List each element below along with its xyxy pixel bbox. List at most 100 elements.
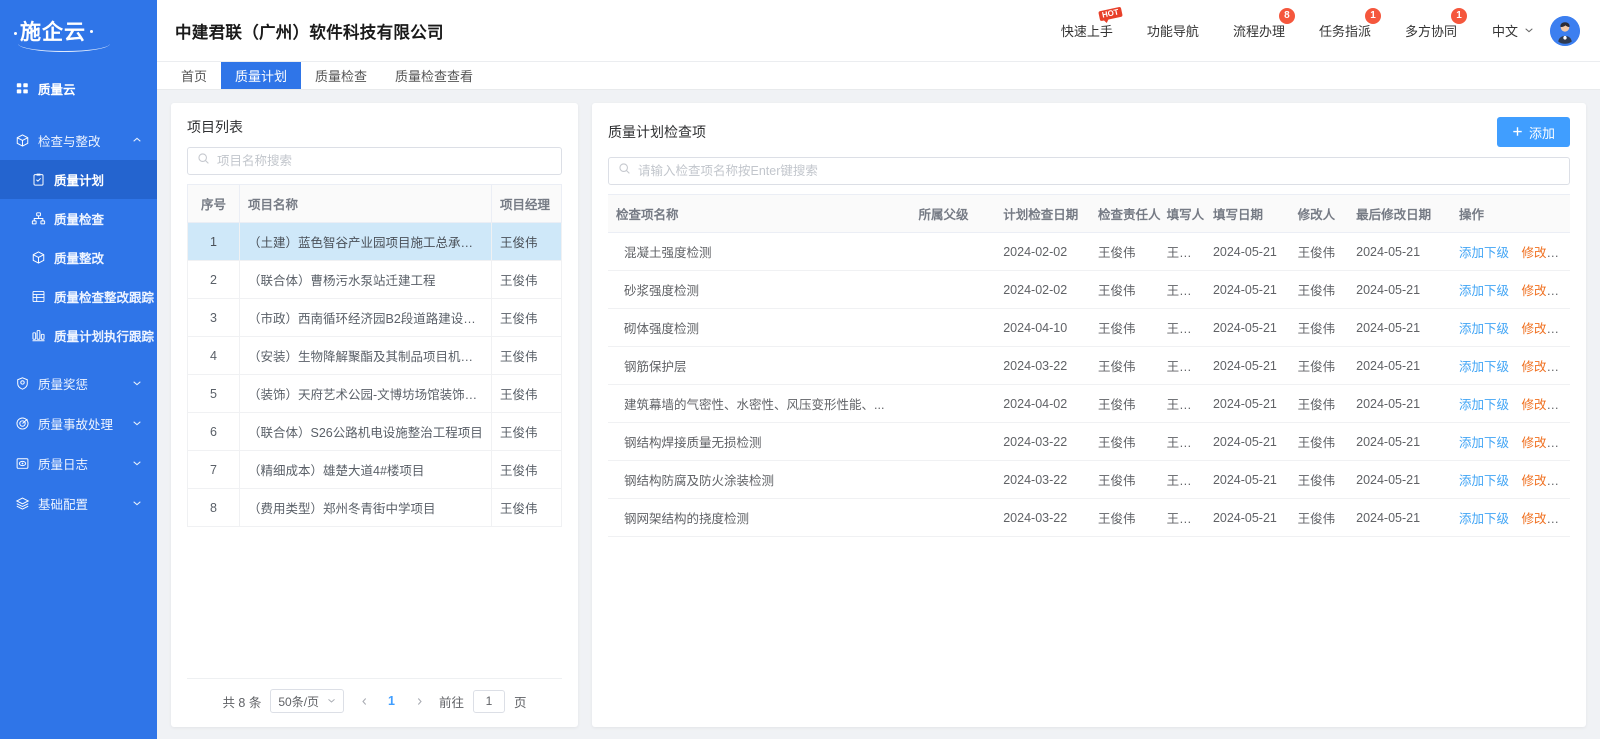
sidebar-group-quality-reward-penalty[interactable]: 质量奖惩 [0,363,157,403]
cell-index: 7 [187,450,240,489]
add-child-link[interactable]: 添加下级 [1459,322,1509,336]
edit-link[interactable]: 修改 [1521,512,1546,526]
cell-owner: 王俊伟 [1090,232,1159,271]
sidebar-group-inspection-rectification[interactable]: 检查与整改 [0,120,157,160]
add-child-link[interactable]: 添加下级 [1459,474,1509,488]
delete-link[interactable]: 删除 [1559,360,1570,374]
chevron-up-icon[interactable] [131,134,143,146]
edit-link[interactable]: 修改 [1521,474,1546,488]
project-search-box[interactable] [187,147,562,175]
table-row[interactable]: 8 （费用类型）郑州冬青街中学项目 王俊伟 [187,488,562,527]
app-logo[interactable]: 施企云 [0,0,157,62]
language-selector[interactable]: 中文 [1474,21,1550,40]
sidebar-item-plan-execution-tracking[interactable]: 质量计划执行跟踪 [0,316,157,355]
sidebar-item-quality-inspection[interactable]: 质量检查 [0,199,157,238]
table-row[interactable]: 4 （安装）生物降解聚酯及其制品项目机电安装工程 王俊伟 [187,336,562,375]
add-child-link[interactable]: 添加下级 [1459,398,1509,412]
sidebar-item-quality-rectification[interactable]: 质量整改 [0,238,157,277]
avatar[interactable] [1550,15,1580,46]
cell-index: 1 [187,222,240,261]
cell-project-name: （市政）西南循环经济园B2段道路建设工程 [239,298,492,337]
check-search-box[interactable] [608,157,1570,185]
header-nav-feature-guide[interactable]: 功能导航 [1130,21,1216,40]
pagination-next-button[interactable] [408,690,430,712]
pagination-jump-suffix: 页 [514,695,527,710]
cell-last-date: 2024-05-21 [1348,346,1451,385]
delete-link[interactable]: 删除 [1559,246,1570,260]
tab-home[interactable]: 首页 [167,62,221,89]
cell-fill-date: 2024-05-21 [1204,232,1290,271]
sidebar-group-quality-log[interactable]: 质量日志 [0,443,157,483]
sidebar-group-label: 检查与整改 [38,134,101,149]
sidebar-group-basic-config[interactable]: 基础配置 [0,483,157,523]
sidebar-group-quality-accident[interactable]: 质量事故处理 [0,403,157,443]
cell-project-manager: 王俊伟 [491,260,562,299]
header-nav-label: 流程办理 [1232,24,1285,39]
tab-quality-inspection[interactable]: 质量检查 [301,62,381,89]
table-row[interactable]: 砂浆强度检测 2024-02-02 王俊伟 王俊伟 2024-05-21 王俊伟… [608,270,1570,309]
cell-index: 3 [187,298,240,337]
cell-owner: 王俊伟 [1090,422,1159,461]
edit-link[interactable]: 修改 [1521,436,1546,450]
cell-project-name: （安装）生物降解聚酯及其制品项目机电安装工程 [239,336,492,375]
pagination-prev-button[interactable] [353,690,375,712]
edit-link[interactable]: 修改 [1521,398,1546,412]
table-row[interactable]: 钢结构焊接质量无损检测 2024-03-22 王俊伟 王俊伟 2024-05-2… [608,422,1570,461]
sidebar-item-quality-cloud[interactable]: 质量云 [0,68,157,108]
table-row[interactable]: 2 （联合体）曹杨污水泵站迁建工程 王俊伟 [187,260,562,299]
pagination-jump-input[interactable] [473,689,506,713]
delete-link[interactable]: 删除 [1559,436,1570,450]
chevron-down-icon[interactable] [131,497,143,509]
company-title: 中建君联（广州）软件科技有限公司 [175,23,444,42]
table-row[interactable]: 1 （土建）蓝色智谷产业园项目施工总承包工程 王俊伟 [187,222,562,261]
delete-link[interactable]: 删除 [1559,322,1570,336]
delete-link[interactable]: 删除 [1559,512,1570,526]
edit-link[interactable]: 修改 [1521,246,1546,260]
page-size-select[interactable]: 50条/页 [270,689,345,713]
table-row[interactable]: 钢筋保护层 2024-03-22 王俊伟 王俊伟 2024-05-21 王俊伟 … [608,346,1570,385]
add-child-link[interactable]: 添加下级 [1459,436,1509,450]
cell-project-manager: 王俊伟 [491,412,562,451]
header-nav-multiparty-collab[interactable]: 1 多方协同 [1388,8,1474,40]
header-nav-quick-start[interactable]: HOT 快速上手 [1044,6,1130,40]
cell-parent [910,232,996,271]
sidebar-nav: 质量云 检查与整改 质量计划 质量检查 质量整改 质量检查整改跟踪 质量计划执行… [0,62,157,739]
edit-link[interactable]: 修改 [1521,284,1546,298]
edit-link[interactable]: 修改 [1521,360,1546,374]
table-row[interactable]: 3 （市政）西南循环经济园B2段道路建设工程 王俊伟 [187,298,562,337]
edit-link[interactable]: 修改 [1521,322,1546,336]
tab-quality-plan[interactable]: 质量计划 [221,62,302,89]
table-row[interactable]: 建筑幕墙的气密性、水密性、风压变形性能、... 2024-04-02 王俊伟 王… [608,384,1570,423]
sidebar-item-inspection-tracking[interactable]: 质量检查整改跟踪 [0,277,157,316]
add-child-link[interactable]: 添加下级 [1459,284,1509,298]
delete-link[interactable]: 删除 [1559,284,1570,298]
project-search-input[interactable] [217,154,552,168]
pagination-page-1[interactable]: 1 [384,694,399,708]
table-row[interactable]: 混凝土强度检测 2024-02-02 王俊伟 王俊伟 2024-05-21 王俊… [608,232,1570,271]
table-row[interactable]: 5 （装饰）天府艺术公园-文博坊场馆装饰及幕墙工程 王俊伟 [187,374,562,413]
check-table-head: 检查项名称 所属父级 计划检查日期 检查责任人 填写人 填写日期 修改人 最后修… [608,194,1570,233]
add-button[interactable]: 添加 [1496,117,1570,147]
tab-quality-inspection-view[interactable]: 质量检查查看 [381,62,487,89]
add-child-link[interactable]: 添加下级 [1459,246,1509,260]
table-row[interactable]: 钢结构防腐及防火涂装检测 2024-03-22 王俊伟 王俊伟 2024-05-… [608,460,1570,499]
header-nav-process-handling[interactable]: 8 流程办理 [1216,8,1302,40]
table-row[interactable]: 钢网架结构的挠度检测 2024-03-22 王俊伟 王俊伟 2024-05-21… [608,498,1570,537]
header-nav-task-assignment[interactable]: 1 任务指派 [1302,8,1388,40]
delete-link[interactable]: 删除 [1559,474,1570,488]
check-search-input[interactable] [638,164,1560,178]
add-child-link[interactable]: 添加下级 [1459,360,1509,374]
cell-filler: 王俊伟 [1158,460,1205,499]
delete-link[interactable]: 删除 [1559,398,1570,412]
cell-editor: 王俊伟 [1289,346,1349,385]
sidebar-item-quality-plan[interactable]: 质量计划 [0,160,157,199]
table-row[interactable]: 7 （精细成本）雄楚大道4#楼项目 王俊伟 [187,450,562,489]
table-row[interactable]: 砌体强度检测 2024-04-10 王俊伟 王俊伟 2024-05-21 王俊伟… [608,308,1570,347]
add-child-link[interactable]: 添加下级 [1459,512,1509,526]
chevron-down-icon[interactable] [131,457,143,469]
table-row[interactable]: 6 （联合体）S26公路机电设施整治工程项目 王俊伟 [187,412,562,451]
cell-plan-date: 2024-02-02 [995,232,1090,271]
chevron-down-icon[interactable] [131,417,143,429]
table-header-row: 序号 项目名称 项目经理 [187,184,562,223]
chevron-down-icon[interactable] [131,377,143,389]
